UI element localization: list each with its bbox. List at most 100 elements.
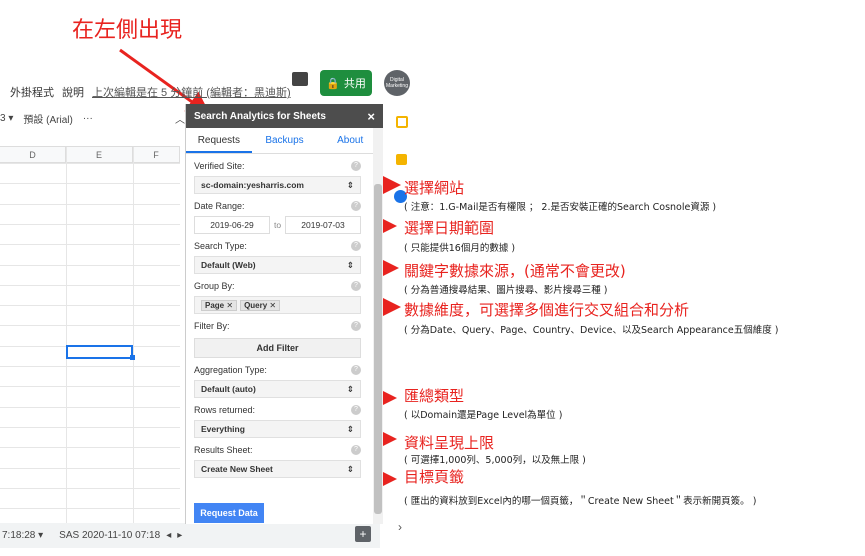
annotation-title: 資料呈現上限 [404, 434, 495, 452]
group-chip-query[interactable]: Query ✕ [240, 299, 281, 311]
column-header-e[interactable]: E [66, 147, 133, 163]
rows-returned-select[interactable]: Everything ⇕ [194, 420, 361, 438]
grid-row-line [0, 163, 180, 164]
panel-header: Search Analytics for Sheets × [186, 104, 383, 128]
chip-remove-icon[interactable]: ✕ [269, 301, 276, 310]
request-data-button[interactable]: Request Data [194, 503, 264, 523]
grid-col-line [133, 147, 134, 526]
verified-site-select[interactable]: sc-domain:yesharris.com ⇕ [194, 176, 361, 194]
search-type-select[interactable]: Default (Web) ⇕ [194, 256, 361, 274]
annotation-title: 目標頁籤 [404, 468, 465, 486]
results-sheet-select[interactable]: Create New Sheet ⇕ [194, 460, 361, 478]
search-type-label: Search Type: [194, 241, 247, 251]
filter-by-label: Filter By: [194, 321, 230, 331]
date-from-input[interactable]: 2019-06-29 [194, 216, 270, 234]
rows-returned-label: Rows returned: [194, 405, 256, 415]
select-arrow-icon: ⇕ [346, 423, 354, 434]
annotation-title: 選擇網站 [404, 179, 465, 197]
grid-row-line [0, 264, 180, 266]
annotation-note: ( 分為普通搜尋結果、圖片搜尋、影片搜尋三種 ) [404, 285, 608, 296]
font-select[interactable]: 預設 (Arial) [23, 111, 72, 126]
panel-scrollbar[interactable] [373, 128, 383, 524]
menu-bar: 外掛程式 說明 上次編輯是在 5 分鐘前 (編輯者：黑迪斯) [10, 80, 299, 104]
select-arrow-icon: ⇕ [346, 259, 354, 270]
zoom-select[interactable]: 3 ▾ [0, 113, 13, 124]
selected-cell[interactable] [66, 345, 133, 359]
add-filter-button[interactable]: Add Filter [194, 338, 361, 358]
verified-site-label: Verified Site: [194, 161, 245, 171]
column-header-d[interactable]: D [0, 147, 66, 163]
grid-row-line [0, 426, 180, 428]
sheet-tab-1[interactable]: 7:18:28 ▾ [2, 530, 43, 541]
add-sheet-button[interactable]: + [355, 526, 371, 542]
aggregation-select[interactable]: Default (auto) ⇕ [194, 380, 361, 398]
help-icon[interactable]: ? [351, 321, 361, 331]
date-to-label: to [273, 220, 282, 230]
panel-body: Verified Site:? sc-domain:yesharris.com ⇕… [186, 156, 383, 478]
menu-addons[interactable]: 外掛程式 [10, 84, 54, 100]
nav-prev-icon[interactable]: ◂ [166, 530, 171, 541]
column-header-f[interactable]: F [133, 147, 180, 163]
annotation-note: ( 注意：1.G-Mail是否有權限 ； 2.是否安裝正確的Search Cos… [404, 202, 717, 213]
group-chip-page[interactable]: Page ✕ [201, 299, 238, 311]
annotation-title: 匯總類型 [404, 387, 465, 405]
grid-col-line [66, 147, 67, 526]
aggregation-label: Aggregation Type: [194, 365, 267, 375]
sheet-tab-2[interactable]: SAS 2020-11-10 07:18 [59, 530, 160, 541]
calendar-icon[interactable] [396, 116, 408, 128]
grid-row-line [0, 467, 180, 469]
select-arrow-icon: ⇕ [346, 179, 354, 190]
help-icon[interactable]: ? [351, 365, 361, 375]
grid-row-line [0, 305, 180, 307]
last-edit-link[interactable]: 上次編輯是在 5 分鐘前 (編輯者：黑迪斯) [92, 84, 291, 100]
date-to-input[interactable]: 2019-07-03 [285, 216, 361, 234]
grid-row-line [0, 203, 180, 205]
menu-help[interactable]: 說明 [62, 84, 84, 100]
collapse-icon[interactable]: ︿ [175, 111, 185, 126]
grid-row-line [0, 447, 180, 449]
tab-backups[interactable]: Backups [252, 128, 318, 153]
chip-remove-icon[interactable]: ✕ [226, 301, 233, 310]
annotation-title: 數據維度，可選擇多個進行交叉組合和分析 [404, 301, 690, 319]
help-icon[interactable]: ? [351, 445, 361, 455]
grid-row-line [0, 325, 180, 327]
addon-panel: Search Analytics for Sheets × Requests B… [185, 104, 383, 524]
annotation-note: ( 以Domain還是Page Level為單位 ) [404, 410, 563, 421]
nav-next-icon[interactable]: ▸ [177, 530, 182, 541]
grid-row-line [0, 366, 180, 367]
date-range-label: Date Range: [194, 201, 245, 211]
help-icon[interactable]: ? [351, 201, 361, 211]
spreadsheet-grid[interactable]: D E F [0, 146, 180, 526]
close-icon[interactable]: × [367, 109, 375, 124]
fill-handle[interactable] [130, 355, 135, 360]
annotation-note: ( 只能提供16個月的數據 ) [404, 243, 516, 254]
tab-requests[interactable]: Requests [186, 128, 252, 153]
help-icon[interactable]: ? [351, 281, 361, 291]
lock-icon: 🔒 [326, 77, 340, 90]
annotation-title: 選擇日期範圍 [404, 219, 495, 237]
date-range: 2019-06-29 to 2019-07-03 [194, 216, 361, 234]
annotation-note: ( 可選擇1,000列、5,000列，以及無上限 ) [404, 455, 586, 466]
grid-row-line [0, 386, 180, 388]
panel-tabs: Requests Backups About [186, 128, 383, 154]
help-icon[interactable]: ? [351, 161, 361, 171]
expand-icon[interactable]: › [398, 520, 402, 534]
keep-icon[interactable] [396, 154, 407, 165]
share-button[interactable]: 🔒 共用 [320, 70, 372, 96]
comment-icon[interactable] [292, 72, 308, 86]
grid-row-line [0, 406, 180, 408]
help-icon[interactable]: ? [351, 241, 361, 251]
avatar[interactable]: Digital Marketing [384, 70, 410, 96]
toolbar: 3 ▾ 預設 (Arial) ··· ︿ [0, 108, 185, 128]
annotation-title: 關鍵字數據來源，(通常不會更改) [404, 262, 626, 280]
annotation-note: ( 匯出的資料放到Excel內的哪一個頁籤，＂Create New Sheet＂… [404, 496, 757, 507]
more-icon[interactable]: ··· [83, 113, 93, 124]
grid-row-line [0, 244, 180, 246]
grid-row-line [0, 183, 180, 185]
help-icon[interactable]: ? [351, 405, 361, 415]
group-by-select[interactable]: Page ✕ Query ✕ [194, 296, 361, 314]
select-arrow-icon: ⇕ [346, 383, 354, 394]
grid-row-line [0, 223, 180, 225]
panel-title: Search Analytics for Sheets [194, 110, 326, 122]
scrollbar-thumb[interactable] [374, 184, 382, 514]
